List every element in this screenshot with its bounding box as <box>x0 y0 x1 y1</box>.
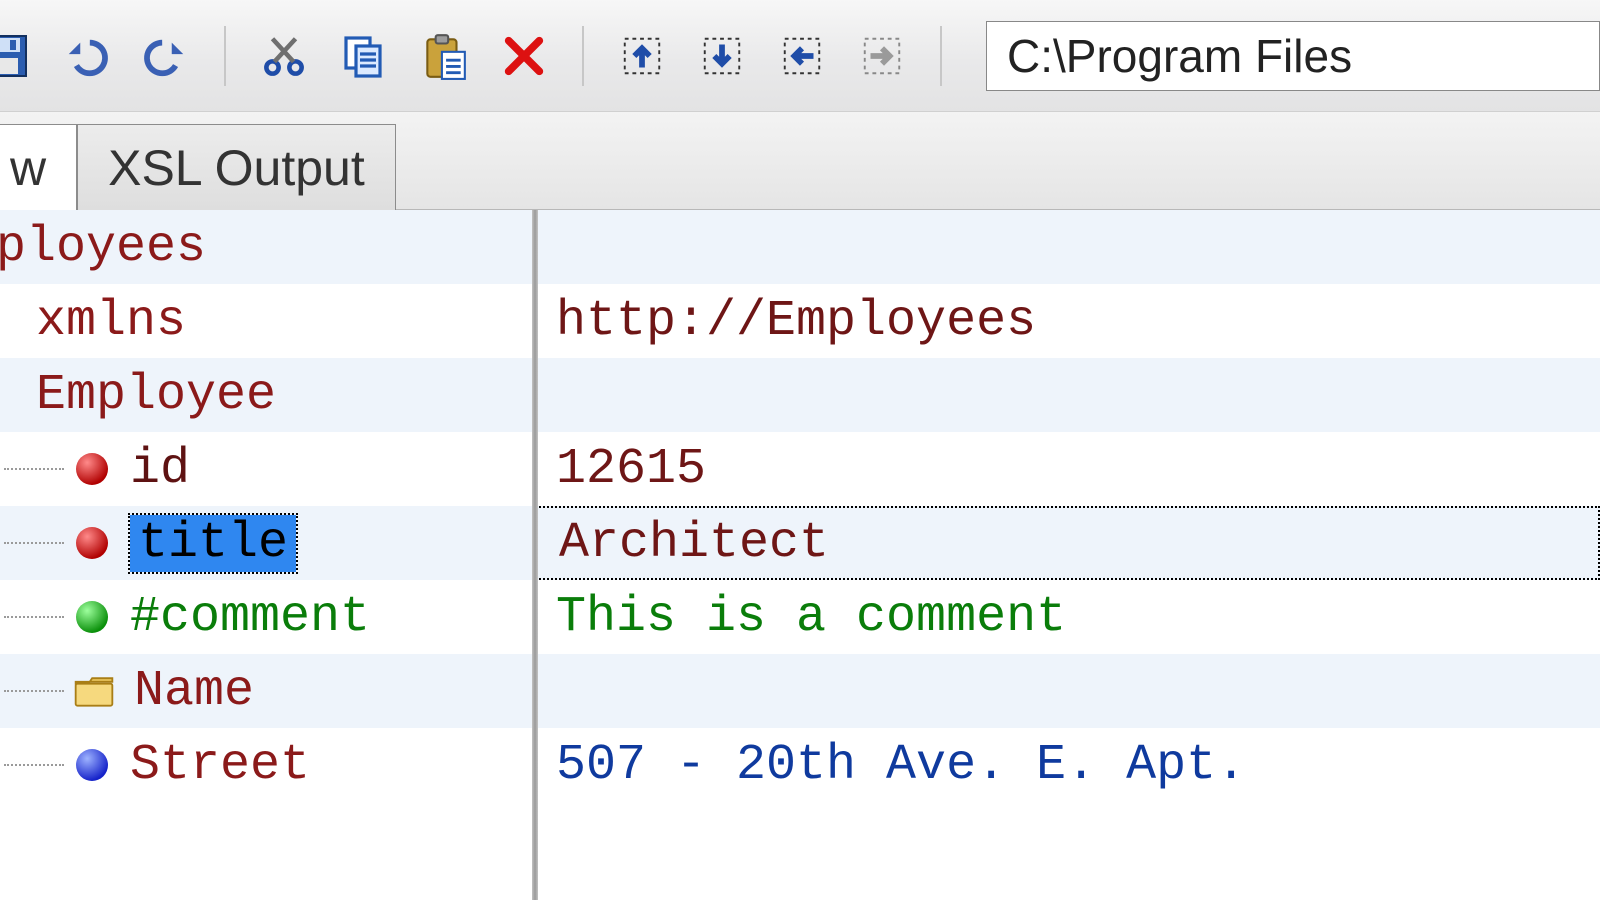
copy-button[interactable] <box>334 26 394 86</box>
arrow-up-boxed-icon <box>619 33 665 79</box>
floppy-icon <box>0 32 30 80</box>
element-node: Street <box>130 737 310 794</box>
table-row[interactable]: Street 507 - 20th Ave. E. Apt. <box>0 728 1600 802</box>
attribute-node: xmlns <box>36 293 186 350</box>
file-path-value: C:\Program Files <box>1007 29 1352 83</box>
redo-icon <box>143 33 189 79</box>
node-value: This is a comment <box>556 589 1066 646</box>
xml-grid-editor: ployees xmlns http://Employees Employee <box>0 210 1600 900</box>
move-up-button[interactable] <box>612 26 672 86</box>
table-row[interactable]: Name <box>0 654 1600 728</box>
arrow-right-boxed-icon <box>859 33 905 79</box>
attribute-icon <box>72 449 112 489</box>
node-value: Architect <box>559 515 829 572</box>
element-node: Employee <box>36 367 276 424</box>
table-row[interactable]: #comment This is a comment <box>0 580 1600 654</box>
delete-button[interactable] <box>494 26 554 86</box>
move-down-button[interactable] <box>692 26 752 86</box>
table-row[interactable]: ployees <box>0 210 1600 284</box>
node-value: 12615 <box>556 441 706 498</box>
node-value: http://Employees <box>556 293 1036 350</box>
element-icon <box>72 745 112 785</box>
arrow-down-boxed-icon <box>699 33 745 79</box>
x-icon <box>501 33 547 79</box>
cut-button[interactable] <box>254 26 314 86</box>
element-node: Name <box>134 663 254 720</box>
save-button[interactable] <box>0 26 36 86</box>
attribute-node: id <box>130 441 190 498</box>
attribute-icon <box>72 523 112 563</box>
folder-icon <box>72 671 116 711</box>
undo-icon <box>63 33 109 79</box>
tab-label: XSL Output <box>108 139 365 197</box>
comment-icon <box>72 597 112 637</box>
tab-label: w <box>10 139 46 197</box>
node-value: 507 - 20th Ave. E. Apt. <box>556 737 1246 794</box>
undo-button[interactable] <box>56 26 116 86</box>
redo-button[interactable] <box>136 26 196 86</box>
value-cell-selected[interactable]: Architect <box>532 506 1600 580</box>
element-node: ployees <box>0 219 206 276</box>
tabs-row: w XSL Output <box>0 112 1600 210</box>
table-row[interactable]: title Architect <box>0 506 1600 580</box>
scissors-icon <box>261 33 307 79</box>
tab-xsl-output[interactable]: XSL Output <box>77 124 396 210</box>
tab-partial-left[interactable]: w <box>0 124 77 210</box>
table-row[interactable]: id 12615 <box>0 432 1600 506</box>
clipboard-icon <box>419 31 469 81</box>
paste-button[interactable] <box>414 26 474 86</box>
attribute-node-selected: title <box>130 515 296 572</box>
column-splitter[interactable] <box>532 210 538 900</box>
toolbar-separator <box>940 26 942 86</box>
table-row[interactable]: Employee <box>0 358 1600 432</box>
toolbar-separator <box>582 26 584 86</box>
toolbar-separator <box>224 26 226 86</box>
file-path-input[interactable]: C:\Program Files <box>986 21 1600 91</box>
arrow-left-boxed-icon <box>779 33 825 79</box>
table-row[interactable]: xmlns http://Employees <box>0 284 1600 358</box>
outdent-button[interactable] <box>772 26 832 86</box>
comment-node: #comment <box>130 589 370 646</box>
indent-button[interactable] <box>852 26 912 86</box>
toolbar: C:\Program Files <box>0 0 1600 112</box>
copy-icon <box>340 32 388 80</box>
